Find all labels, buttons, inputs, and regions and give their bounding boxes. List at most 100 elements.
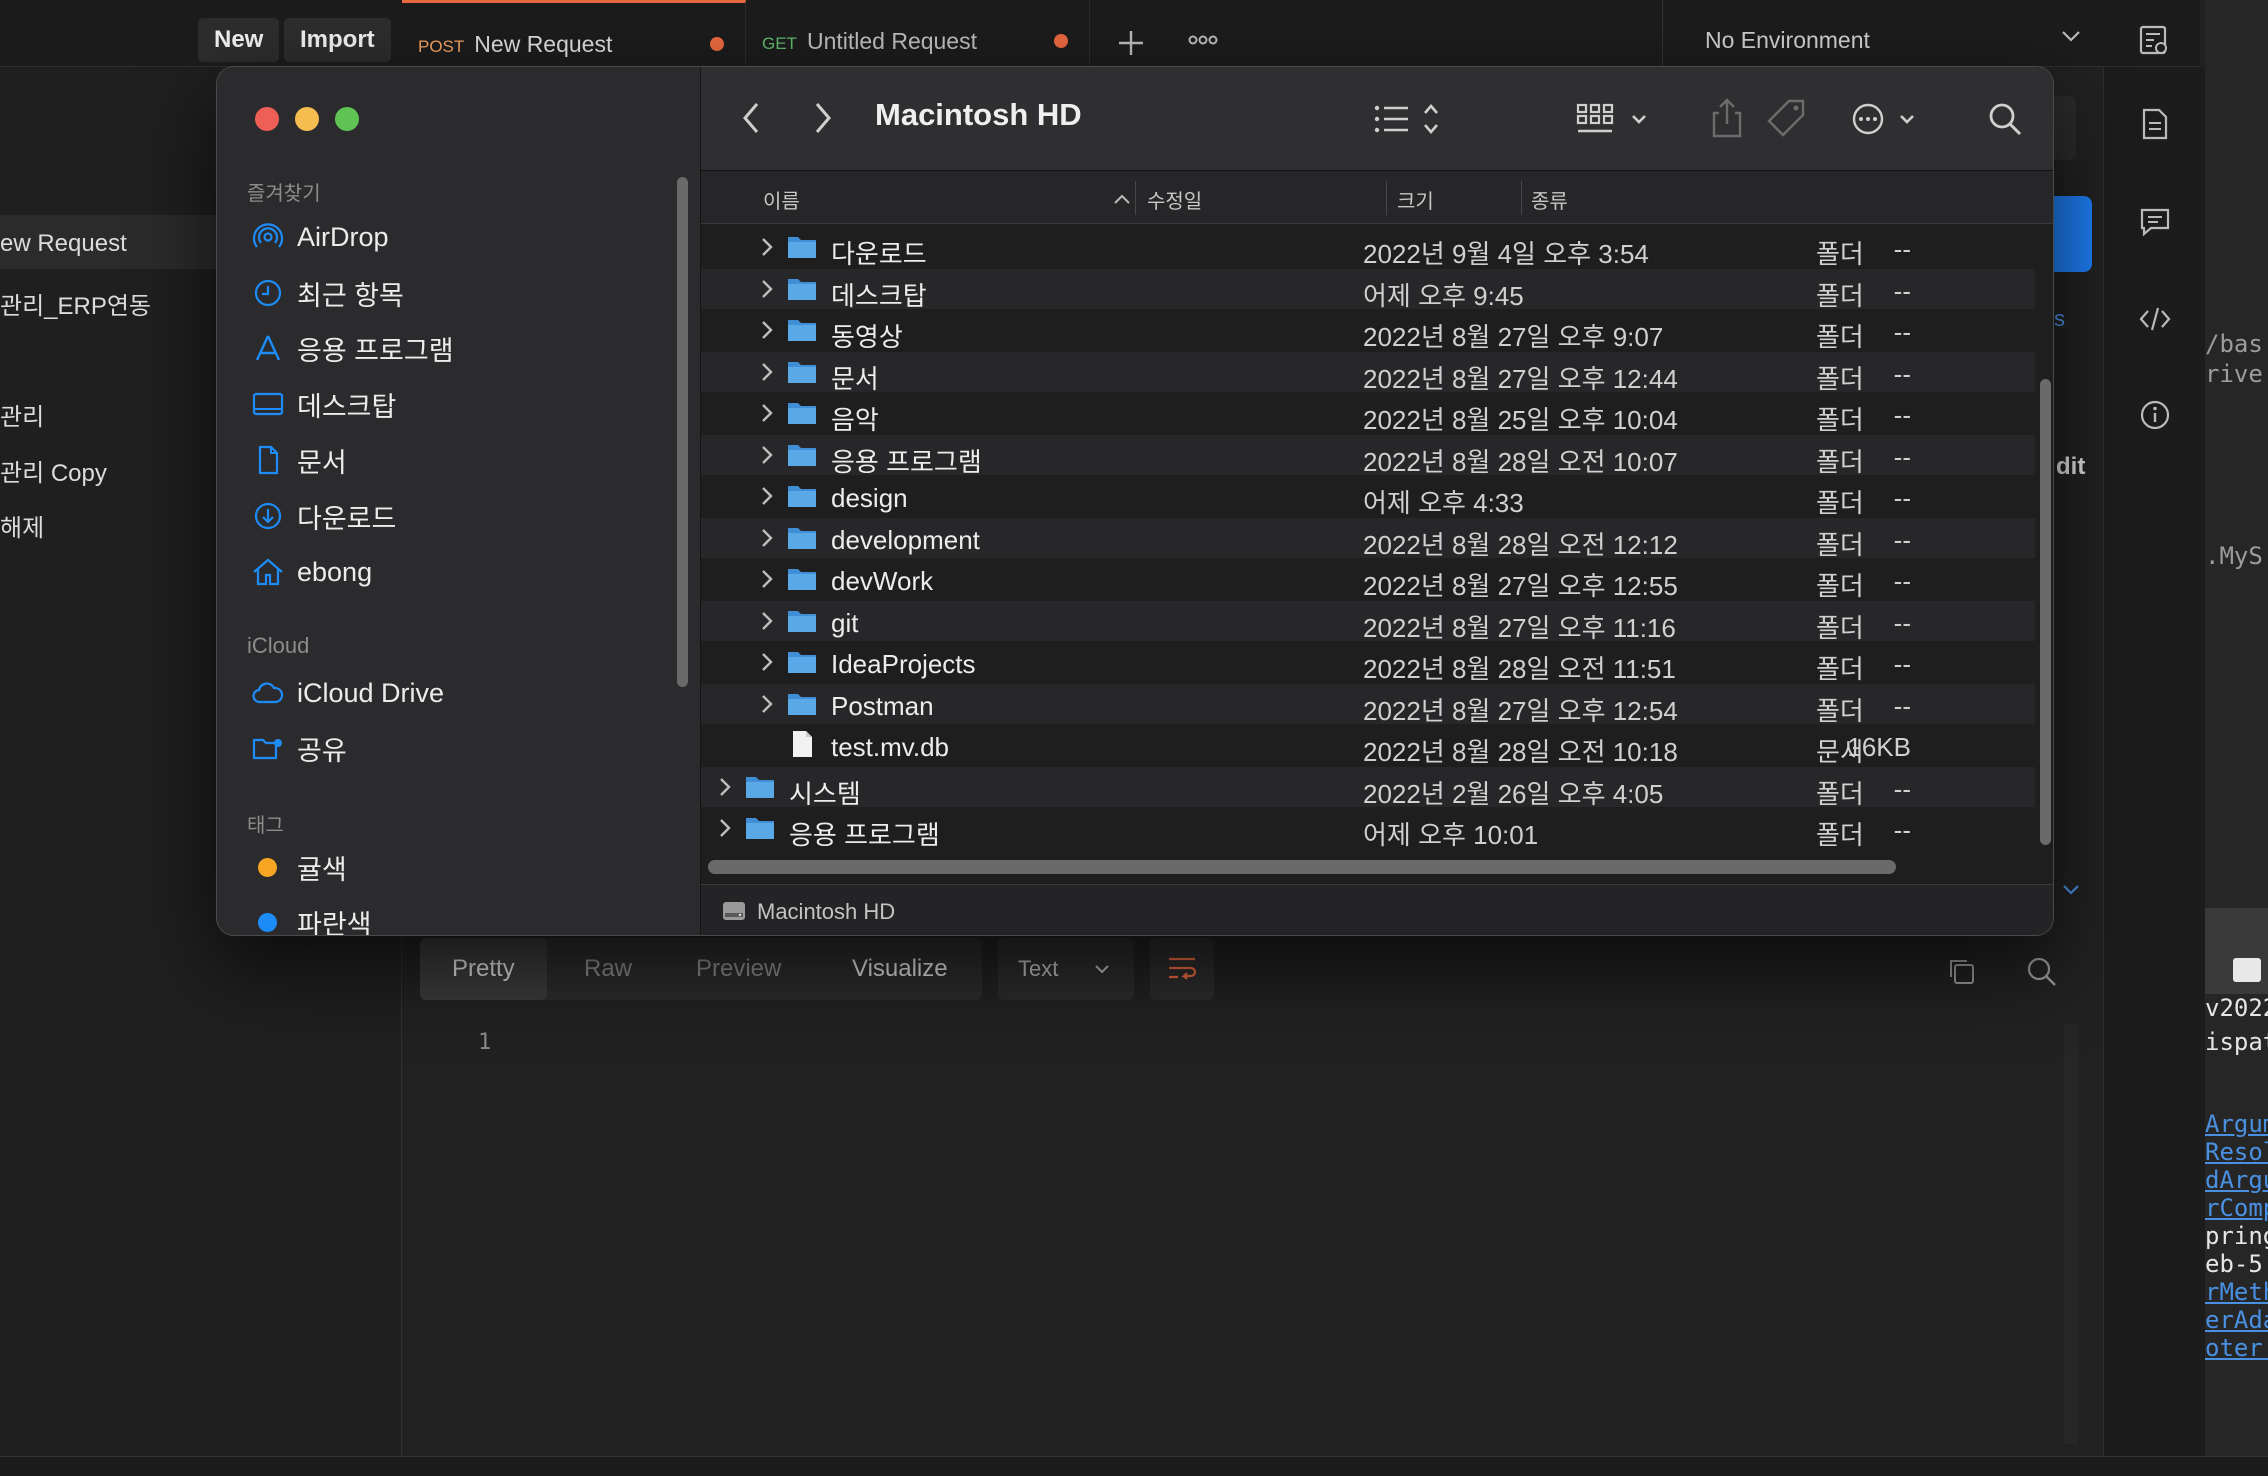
disclosure-chevron-icon[interactable] [759,565,775,593]
ide-stack-link[interactable]: rMeth [2205,1278,2268,1306]
sidebar-item-shared[interactable]: 공유 [251,728,347,768]
edit-fragment[interactable]: dit [2056,453,2085,481]
import-button[interactable]: Import [284,18,391,62]
column-modified[interactable]: 수정일 [1147,185,1202,214]
disclosure-chevron-icon[interactable] [759,524,775,552]
sidebar-item[interactable]: 해제 [0,508,44,543]
path-item[interactable]: Macintosh HD [757,899,895,925]
column-kind[interactable]: 종류 [1531,185,1568,214]
folder-row[interactable]: Postman 2022년 8월 27일 오후 12:54 -- 폴더 [701,683,2035,726]
sidebar-scrollbar[interactable] [677,177,688,687]
folder-row[interactable]: development 2022년 8월 28일 오전 12:12 -- 폴더 [701,517,2035,560]
forward-chevron-icon[interactable] [813,101,833,135]
sidebar-item-desktop[interactable]: 데스크탑 [251,384,396,424]
sidebar-item-downloads[interactable]: 다운로드 [251,496,396,536]
sidebar-item-tag-blue[interactable]: 파란색 [251,902,372,935]
more-actions-icon[interactable] [1851,101,1925,137]
tab-pretty[interactable]: Pretty [420,938,547,1000]
ide-stack-link[interactable]: oter. [2205,1334,2268,1362]
disclosure-chevron-icon[interactable] [717,773,733,801]
list-view-icon[interactable] [1373,101,1447,137]
folder-row[interactable]: 응용 프로그램 2022년 8월 28일 오전 10:07 -- 폴더 [701,434,2035,477]
disclosure-chevron-icon[interactable] [759,648,775,676]
minimize-button[interactable] [295,107,319,131]
more-tabs-icon[interactable] [1188,32,1218,48]
horizontal-scrollbar[interactable] [708,860,1896,874]
environment-select[interactable]: No Environment [1662,0,2102,67]
disclosure-chevron-icon[interactable] [759,233,775,261]
tag-icon[interactable] [1765,97,1809,141]
format-select[interactable]: Text [998,938,1134,1000]
sidebar-item[interactable]: 관리 [0,397,44,432]
column-divider[interactable] [1386,181,1387,215]
file-row[interactable]: test.mv.db 2022년 8월 28일 오전 10:18 16KB 문서 [701,725,2035,767]
tab-new-request[interactable]: POST New Request [402,0,746,67]
disclosure-chevron-icon[interactable] [759,441,775,469]
sort-ascending-chevron-icon[interactable] [1113,193,1131,205]
column-divider[interactable] [1135,181,1136,215]
sidebar-item[interactable]: 관리 Copy [0,453,107,488]
copy-icon[interactable] [1946,956,1976,986]
column-size[interactable]: 크기 [1397,185,1434,214]
folder-row[interactable]: 다운로드 2022년 9월 4일 오후 3:54 -- 폴더 [701,227,2035,269]
disclosure-chevron-icon[interactable] [759,399,775,427]
sidebar-item-documents[interactable]: 문서 [251,440,347,480]
search-icon[interactable] [2026,956,2058,988]
tab-preview[interactable]: Preview [664,938,813,1000]
ide-stack-link[interactable]: dArgu [2205,1166,2268,1194]
share-icon[interactable] [1709,97,1745,139]
folder-row[interactable]: devWork 2022년 8월 27일 오후 12:55 -- 폴더 [701,559,2035,601]
ide-stack-link[interactable]: Resol [2205,1138,2268,1166]
editor-scroll-track[interactable] [2064,1024,2078,1444]
folder-row[interactable]: 응용 프로그램 어제 오후 10:01 -- 폴더 [701,808,2035,850]
disclosure-chevron-icon[interactable] [759,316,775,344]
back-chevron-icon[interactable] [741,101,761,135]
new-tab-plus-icon[interactable] [1116,28,1146,58]
ide-toolbar-icon[interactable] [2233,958,2261,982]
folder-row[interactable]: design 어제 오후 4:33 -- 폴더 [701,476,2035,518]
column-name[interactable]: 이름 [763,185,800,214]
disclosure-chevron-icon[interactable] [759,482,775,510]
ide-stack-link[interactable]: Argum [2205,1110,2268,1138]
sidebar-item[interactable]: 관리_ERP연동 [0,286,151,321]
folder-row[interactable]: IdeaProjects 2022년 8월 28일 오전 11:51 -- 폴더 [701,642,2035,684]
maximize-button[interactable] [335,107,359,131]
wrap-lines-button[interactable] [1150,938,1214,1000]
group-by-grid-icon[interactable] [1575,101,1651,137]
disclosure-chevron-icon[interactable] [759,358,775,386]
ide-stack-link[interactable]: rComp [2205,1194,2268,1222]
link-fragment[interactable]: s [2054,306,2065,332]
disclosure-chevron-icon[interactable] [759,690,775,718]
sidebar-item[interactable]: ew Request [0,230,127,258]
tab-untitled-request[interactable]: GET Untitled Request [746,0,1090,67]
column-divider[interactable] [1521,181,1522,215]
new-button[interactable]: New [198,18,280,62]
comments-icon[interactable] [2139,207,2171,237]
tab-visualize[interactable]: Visualize [820,938,980,1000]
response-body-editor[interactable]: 1 [402,1014,2102,1454]
disclosure-chevron-icon[interactable] [759,275,775,303]
disclosure-chevron-icon[interactable] [717,814,733,842]
folder-row[interactable]: 음악 2022년 8월 25일 오후 10:04 -- 폴더 [701,393,2035,435]
folder-row[interactable]: git 2022년 8월 27일 오후 11:16 -- 폴더 [701,600,2035,643]
folder-row[interactable]: 동영상 2022년 8월 27일 오후 9:07 -- 폴더 [701,310,2035,352]
code-icon[interactable] [2138,305,2172,333]
sidebar-item-airdrop[interactable]: AirDrop [251,217,389,257]
search-icon[interactable] [1987,101,2023,137]
close-button[interactable] [255,107,279,131]
chevron-down-icon[interactable] [2062,884,2080,896]
send-button-edge[interactable] [2054,196,2092,272]
environment-quick-look-icon[interactable] [2138,24,2170,58]
sidebar-item-applications[interactable]: 응용 프로그램 [251,328,454,368]
sidebar-item-home[interactable]: ebong [251,552,372,592]
info-icon[interactable] [2139,399,2171,431]
documentation-icon[interactable] [2140,107,2170,141]
vertical-scrollbar[interactable] [2040,379,2051,845]
sidebar-item-icloud-drive[interactable]: iCloud Drive [251,673,444,713]
ide-stack-link[interactable]: erAda [2205,1306,2268,1334]
folder-row[interactable]: 문서 2022년 8월 27일 오후 12:44 -- 폴더 [701,351,2035,394]
disclosure-chevron-icon[interactable] [759,607,775,635]
tab-raw[interactable]: Raw [552,938,664,1000]
sidebar-item-recents[interactable]: 최근 항목 [251,273,404,313]
folder-row[interactable]: 시스템 2022년 2월 26일 오후 4:05 -- 폴더 [701,766,2035,809]
